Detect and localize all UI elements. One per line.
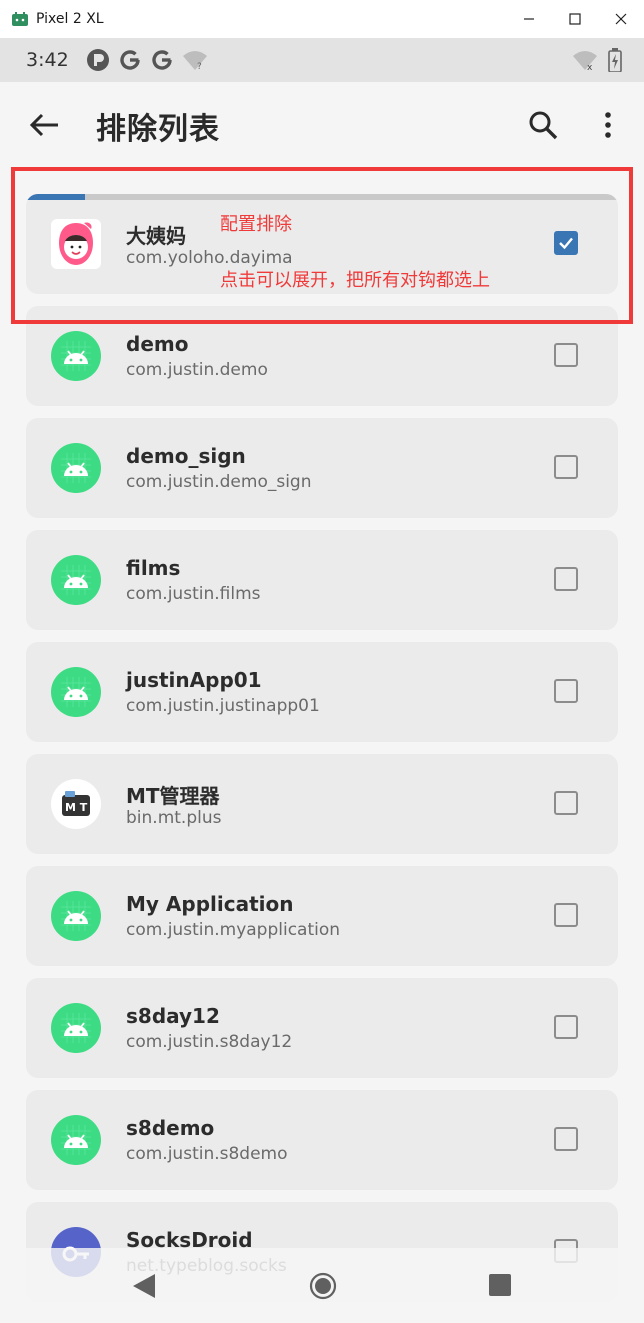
app-package: com.justin.s8day12	[126, 1032, 293, 1052]
app-list: 大姨妈 com.yoloho.dayima demo com.justin.demo d…	[26, 194, 618, 1314]
emulator-window: Pixel 2 XL 3:42 ? x 排除列表 大姨妈 com.yoloho.…	[0, 0, 644, 1323]
svg-text:M T: M T	[65, 801, 88, 814]
android-icon	[51, 1003, 101, 1053]
app-list-item[interactable]: M T MT管理器 bin.mt.plus	[26, 754, 618, 854]
nav-home-icon[interactable]	[309, 1272, 337, 1300]
app-name: My Application	[126, 892, 294, 916]
app-list-item[interactable]: demo_sign com.justin.demo_sign	[26, 418, 618, 518]
app-package: com.justin.films	[126, 584, 261, 604]
more-vert-icon[interactable]	[598, 109, 618, 141]
nav-recents-icon[interactable]	[487, 1272, 513, 1298]
android-icon	[51, 331, 101, 381]
app-package: bin.mt.plus	[126, 808, 222, 828]
google-g-icon	[118, 48, 142, 72]
navigation-bar	[0, 1248, 644, 1323]
app-p-icon	[86, 48, 110, 72]
close-icon	[615, 13, 627, 25]
app-name: films	[126, 556, 181, 580]
exclude-checkbox[interactable]	[554, 791, 578, 815]
app-name: demo	[126, 332, 189, 356]
status-time: 3:42	[26, 49, 69, 71]
search-icon[interactable]	[527, 109, 559, 141]
window-controls	[506, 0, 644, 38]
mt-manager-icon: M T	[51, 779, 101, 829]
app-name: s8demo	[126, 1116, 215, 1140]
window-title: Pixel 2 XL	[36, 11, 104, 27]
exclude-checkbox[interactable]	[554, 567, 578, 591]
app-name: s8day12	[126, 1004, 220, 1028]
android-icon	[51, 667, 101, 717]
maximize-icon	[569, 13, 581, 25]
android-icon	[51, 891, 101, 941]
google-g-icon	[150, 48, 174, 72]
wifi-off-icon: x	[573, 51, 597, 71]
annotation-box	[11, 167, 633, 324]
app-package: com.justin.demo_sign	[126, 472, 312, 492]
android-icon	[51, 443, 101, 493]
battery-charging-icon	[608, 48, 622, 72]
android-icon	[51, 1115, 101, 1165]
app-package: com.justin.s8demo	[126, 1144, 288, 1164]
app-bar: 排除列表	[0, 82, 644, 168]
exclude-checkbox[interactable]	[554, 903, 578, 927]
close-button[interactable]	[598, 0, 644, 38]
svg-text:?: ?	[197, 62, 202, 71]
exclude-checkbox[interactable]	[554, 455, 578, 479]
page-title: 排除列表	[96, 112, 220, 147]
exclude-checkbox[interactable]	[554, 343, 578, 367]
maximize-button[interactable]	[552, 0, 598, 38]
app-list-item[interactable]: s8demo com.justin.s8demo	[26, 1090, 618, 1190]
svg-text:x: x	[587, 63, 593, 71]
android-icon	[51, 555, 101, 605]
status-right-icons: x	[572, 38, 622, 82]
app-package: com.justin.myapplication	[126, 920, 341, 940]
exclude-checkbox[interactable]	[554, 1015, 578, 1039]
nav-back-icon[interactable]	[131, 1272, 157, 1300]
exclude-checkbox[interactable]	[554, 1127, 578, 1151]
wifi-unknown-icon: ?	[182, 49, 208, 71]
app-list-item[interactable]: My Application com.justin.myapplication	[26, 866, 618, 966]
status-bar: 3:42 ? x	[0, 38, 644, 82]
minimize-button[interactable]	[506, 0, 552, 38]
exclude-checkbox[interactable]	[554, 679, 578, 703]
app-name: MT管理器	[126, 784, 220, 808]
app-list-item[interactable]: justinApp01 com.justin.justinapp01	[26, 642, 618, 742]
app-list-item[interactable]: films com.justin.films	[26, 530, 618, 630]
arrow-left-icon[interactable]	[28, 109, 60, 141]
window-titlebar: Pixel 2 XL	[0, 0, 644, 38]
annotation-label-config: 配置排除	[220, 214, 292, 235]
app-name: justinApp01	[126, 668, 262, 692]
emulator-app-icon	[12, 12, 28, 26]
app-package: com.justin.justinapp01	[126, 696, 320, 716]
app-name: demo_sign	[126, 444, 246, 468]
app-list-item[interactable]: s8day12 com.justin.s8day12	[26, 978, 618, 1078]
annotation-label-instruction: 点击可以展开，把所有对钩都选上	[220, 270, 490, 291]
app-package: com.justin.demo	[126, 360, 268, 380]
minimize-icon	[524, 18, 534, 20]
